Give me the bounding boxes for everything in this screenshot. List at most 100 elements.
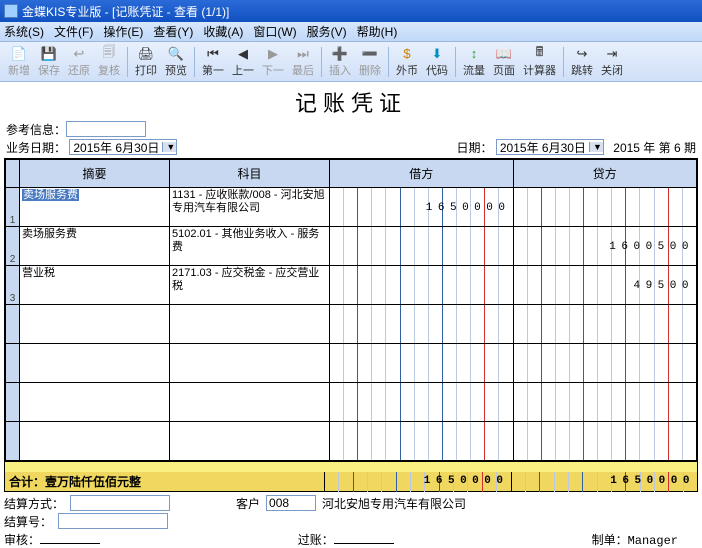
menu-favorite[interactable]: 收藏(A) (203, 23, 243, 40)
cell-summary[interactable] (20, 305, 170, 344)
cell-summary[interactable]: 卖场服务费 (20, 188, 170, 227)
biz-date-label: 业务日期： (6, 141, 66, 155)
cell-credit[interactable] (513, 305, 697, 344)
tb-close[interactable]: ⇥关闭 (597, 44, 627, 80)
trans-icon: ↪ (574, 46, 590, 62)
close-icon: ⇥ (604, 46, 620, 62)
col-rownum (6, 160, 20, 188)
cell-credit[interactable] (513, 383, 697, 422)
cell-credit[interactable]: 1600500 (513, 227, 697, 266)
last-icon: ⏭ (295, 46, 311, 62)
cell-summary[interactable] (20, 383, 170, 422)
calc-icon: 🖩 (532, 46, 548, 62)
total-credit: 1650000 (512, 472, 698, 491)
date-label: 日期： (457, 141, 493, 155)
preview-icon: 🔍 (168, 46, 184, 62)
menu-view[interactable]: 查看(Y) (153, 23, 193, 40)
col-credit: 贷方 (513, 160, 697, 188)
document-title: 记账凭证 (0, 82, 702, 120)
menu-window[interactable]: 窗口(W) (253, 23, 296, 40)
cell-debit[interactable] (330, 383, 514, 422)
col-account: 科目 (170, 160, 330, 188)
code-icon: ⬇ (429, 46, 445, 62)
date-row: 业务日期： 2015年 6月30日▼ 日期： 2015年 6月30日▼ 2015… (0, 138, 702, 156)
cell-credit[interactable]: 49500 (513, 266, 697, 305)
customer-code-input[interactable] (266, 495, 316, 511)
audit-value (40, 530, 100, 544)
row-num (6, 344, 20, 383)
col-summary: 摘要 (20, 160, 170, 188)
save-icon: 💾 (41, 46, 57, 62)
total-debit: 1650000 (325, 472, 512, 491)
cell-debit[interactable] (330, 422, 514, 461)
chevron-down-icon: ▼ (589, 142, 603, 152)
tb-save: 💾保存 (34, 44, 64, 80)
tb-page[interactable]: 📖页面 (489, 44, 519, 80)
menu-help[interactable]: 帮助(H) (357, 23, 398, 40)
page-icon: 📖 (496, 46, 512, 62)
cell-account[interactable] (170, 344, 330, 383)
cell-debit[interactable] (330, 266, 514, 305)
cell-account[interactable]: 5102.01 - 其他业务收入 - 服务费 (170, 227, 330, 266)
tb-code[interactable]: ⬇代码 (422, 44, 452, 80)
menu-operate[interactable]: 操作(E) (103, 23, 143, 40)
ref-input[interactable] (66, 121, 146, 137)
cell-credit[interactable] (513, 188, 697, 227)
settle-no-input[interactable] (58, 513, 168, 529)
cell-debit[interactable] (330, 305, 514, 344)
next-icon: ▶ (265, 46, 281, 62)
cell-account[interactable]: 1131 - 应收账款/008 - 河北安旭专用汽车有限公司 (170, 188, 330, 227)
tb-delete: ➖删除 (355, 44, 385, 80)
menu-file[interactable]: 文件(F) (54, 23, 93, 40)
col-debit: 借方 (330, 160, 514, 188)
footer: 结算方式： 客户 河北安旭专用汽车有限公司 结算号： 审核： 过账： 制单：Ma… (4, 494, 698, 548)
menu-service[interactable]: 服务(V) (307, 23, 347, 40)
tb-calc[interactable]: 🖩计算器 (519, 44, 560, 80)
cell-debit[interactable] (330, 344, 514, 383)
tb-print[interactable]: 🖨打印 (131, 44, 161, 80)
cell-summary[interactable] (20, 344, 170, 383)
titlebar: 金蝶KIS专业版 - [记账凭证 - 查看 (1/1)] (0, 0, 702, 22)
post-label: 过账： (298, 533, 334, 547)
cell-account[interactable] (170, 422, 330, 461)
tb-new: 📄新增 (4, 44, 34, 80)
tb-preview[interactable]: 🔍预览 (161, 44, 191, 80)
row-num (6, 383, 20, 422)
maker-label: 制单： (592, 533, 628, 547)
tb-fc[interactable]: $外币 (392, 44, 422, 80)
biz-date-select[interactable]: 2015年 6月30日▼ (69, 139, 177, 155)
tb-prev[interactable]: ◀上一 (228, 44, 258, 80)
settle-method-label: 结算方式： (4, 495, 64, 512)
window-title: 金蝶KIS专业版 - [记账凭证 - 查看 (1/1)] (22, 3, 229, 20)
tb-first[interactable]: ⏮第一 (198, 44, 228, 80)
row-num: 1 (6, 188, 20, 227)
toolbar: 📄新增 💾保存 ↩还原 🗐复核 🖨打印 🔍预览 ⏮第一 ◀上一 ▶下一 ⏭最后 … (0, 42, 702, 82)
insert-icon: ➕ (332, 46, 348, 62)
cell-debit[interactable]: 1650000 (330, 188, 514, 227)
tb-flow[interactable]: ↕流量 (459, 44, 489, 80)
delete-icon: ➖ (362, 46, 378, 62)
menu-system[interactable]: 系统(S) (4, 23, 44, 40)
row-num (6, 422, 20, 461)
tb-trans[interactable]: ↪跳转 (567, 44, 597, 80)
date-select[interactable]: 2015年 6月30日▼ (496, 139, 604, 155)
cell-account[interactable] (170, 305, 330, 344)
cell-summary[interactable] (20, 422, 170, 461)
restore-icon: ↩ (71, 46, 87, 62)
recover-icon: 🗐 (101, 46, 117, 62)
cell-credit[interactable] (513, 422, 697, 461)
cell-account[interactable]: 2171.03 - 应交税金 - 应交营业税 (170, 266, 330, 305)
cell-summary[interactable]: 营业税 (20, 266, 170, 305)
maker-value: Manager (628, 534, 678, 548)
row-num: 2 (6, 227, 20, 266)
cell-summary[interactable]: 卖场服务费 (20, 227, 170, 266)
cell-account[interactable] (170, 383, 330, 422)
cell-debit[interactable] (330, 227, 514, 266)
ref-row: 参考信息： (0, 120, 702, 138)
cell-credit[interactable] (513, 344, 697, 383)
settle-no-label: 结算号： (4, 513, 52, 530)
flow-icon: ↕ (466, 46, 482, 62)
settle-method-input[interactable] (70, 495, 170, 511)
tb-recover: 🗐复核 (94, 44, 124, 80)
print-icon: 🖨 (138, 46, 154, 62)
